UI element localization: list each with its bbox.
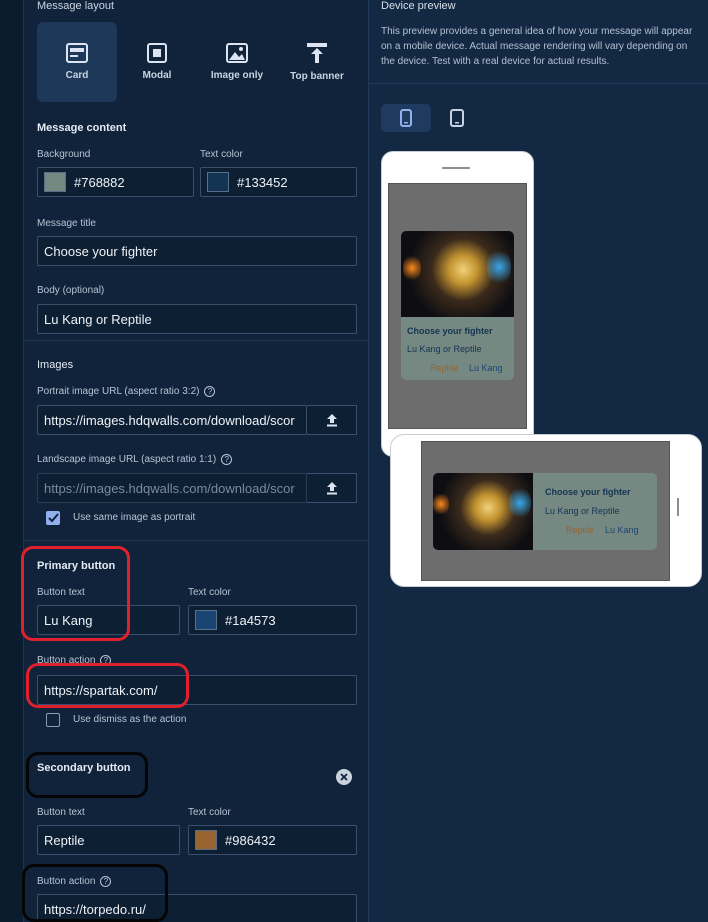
message-title-input[interactable]: Choose your fighter <box>37 236 357 266</box>
portrait-url-input[interactable]: https://images.hdqwalls.com/download/sco… <box>37 405 307 435</box>
portrait-upload-button[interactable] <box>307 405 357 435</box>
body-input[interactable]: Lu Kang or Reptile <box>37 304 357 334</box>
card-title: Choose your fighter <box>545 487 631 497</box>
background-label: Background <box>37 149 91 160</box>
dismiss-checkbox[interactable] <box>46 713 60 727</box>
primary-color-field[interactable]: #1a4573 <box>188 605 357 635</box>
primary-color-value: #1a4573 <box>225 612 276 628</box>
divider <box>24 540 368 541</box>
landscape-url-input[interactable]: https://images.hdqwalls.com/download/sco… <box>37 473 307 503</box>
ice-glow <box>487 247 511 287</box>
top-banner-icon <box>307 43 327 63</box>
layout-option-image-only[interactable]: Image only <box>197 22 277 102</box>
card-primary-button[interactable]: Lu Kang <box>469 363 503 373</box>
device-preview-description: This preview provides a general idea of … <box>381 26 693 67</box>
fire-glow <box>433 491 449 517</box>
card-image <box>401 231 514 317</box>
check-icon <box>47 513 59 523</box>
same-image-label: Use same image as portrait <box>73 512 196 523</box>
landscape-message-card[interactable]: Choose your fighter Lu Kang or Reptile R… <box>433 473 657 550</box>
image-icon <box>226 43 248 63</box>
card-body: Lu Kang or Reptile <box>407 344 482 354</box>
text-color-value: #133452 <box>237 174 288 190</box>
close-icon <box>340 773 348 781</box>
portrait-url-label: Portrait image URL (aspect ratio 3:2)? <box>37 386 216 398</box>
same-image-checkbox[interactable] <box>46 511 60 525</box>
fire-glow <box>403 253 421 283</box>
layout-option-label: Modal <box>142 70 172 81</box>
layout-option-card[interactable]: Card <box>37 22 117 102</box>
message-layout-heading: Message layout <box>37 0 115 12</box>
portrait-message-card[interactable]: Choose your fighter Lu Kang or Reptile R… <box>401 231 514 380</box>
landscape-url-label-text: Landscape image URL (aspect ratio 1:1) <box>37 454 217 466</box>
secondary-text-label: Button text <box>37 807 85 818</box>
secondary-color-field[interactable]: #986432 <box>188 825 357 855</box>
layout-option-label: Card <box>65 70 89 81</box>
dismiss-label: Use dismiss as the action <box>73 714 187 725</box>
phone-device-button[interactable] <box>381 104 431 132</box>
phone-speaker <box>677 498 679 516</box>
portrait-url-label-text: Portrait image URL (aspect ratio 3:2) <box>37 386 200 398</box>
layout-option-label: Top banner <box>290 71 344 82</box>
help-icon[interactable]: ? <box>204 386 216 397</box>
text-color-field[interactable]: #133452 <box>200 167 357 197</box>
secondary-color-swatch[interactable] <box>195 830 217 850</box>
secondary-color-value: #986432 <box>225 832 276 848</box>
highlight-primary-action <box>26 663 189 708</box>
phone-speaker <box>442 167 470 169</box>
phone-icon <box>400 109 412 127</box>
landscape-upload-button[interactable] <box>307 473 357 503</box>
background-swatch[interactable] <box>44 172 66 192</box>
card-image <box>433 473 533 550</box>
remove-secondary-button[interactable] <box>336 769 352 785</box>
divider <box>24 340 368 341</box>
highlight-secondary-heading <box>26 752 148 798</box>
highlight-primary-button-text <box>21 546 130 641</box>
secondary-text-input[interactable]: Reptile <box>37 825 180 855</box>
help-icon[interactable]: ? <box>221 454 233 465</box>
layout-option-top-banner[interactable]: Top banner <box>277 22 357 102</box>
background-value: #768882 <box>74 174 125 190</box>
primary-color-label: Text color <box>188 587 231 598</box>
text-color-swatch[interactable] <box>207 172 229 192</box>
layout-option-modal[interactable]: Modal <box>117 22 197 102</box>
modal-layout-icon <box>147 43 167 63</box>
upload-icon <box>326 482 337 495</box>
device-preview-heading: Device preview <box>381 0 456 12</box>
tablet-device-button[interactable] <box>432 104 482 132</box>
body-label: Body (optional) <box>37 285 105 296</box>
card-title: Choose your fighter <box>407 326 493 336</box>
secondary-color-label: Text color <box>188 807 231 818</box>
highlight-secondary-action <box>22 864 168 922</box>
text-color-label: Text color <box>200 149 243 160</box>
divider <box>368 83 708 84</box>
landscape-url-label: Landscape image URL (aspect ratio 1:1)? <box>37 454 233 466</box>
background-color-field[interactable]: #768882 <box>37 167 194 197</box>
card-layout-icon <box>66 43 88 63</box>
card-body: Lu Kang or Reptile <box>545 506 620 516</box>
ice-glow <box>509 485 531 521</box>
tablet-icon <box>450 109 464 127</box>
message-content-heading: Message content <box>37 122 127 134</box>
primary-color-swatch[interactable] <box>195 610 217 630</box>
layout-option-label: Image only <box>210 70 264 81</box>
left-rail <box>0 0 24 922</box>
message-title-label: Message title <box>37 218 96 229</box>
card-secondary-button[interactable]: Reptile <box>430 363 458 373</box>
card-primary-button[interactable]: Lu Kang <box>605 525 639 535</box>
upload-icon <box>326 414 337 427</box>
card-secondary-button[interactable]: Reptile <box>566 525 594 535</box>
images-heading: Images <box>37 359 74 371</box>
